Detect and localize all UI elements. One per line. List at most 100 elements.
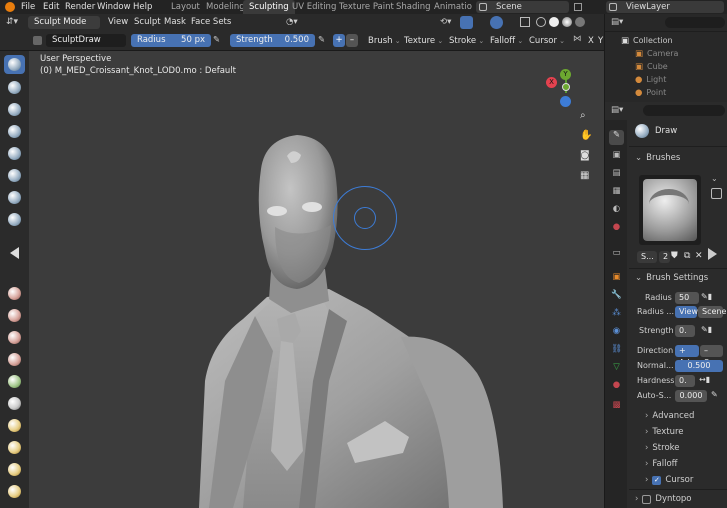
tab-tool[interactable]: ✎	[609, 130, 624, 145]
brush-preview[interactable]	[639, 175, 701, 245]
symmetry-y-toggle[interactable]: Y	[598, 33, 603, 50]
editor-type-icon[interactable]: ⇵▾	[6, 17, 20, 28]
properties-search[interactable]	[643, 105, 725, 116]
tool-grab[interactable]	[4, 438, 25, 457]
camera-view-icon[interactable]: ◙	[580, 150, 594, 164]
autosmooth-pressure-icon[interactable]: ✎	[711, 390, 718, 399]
tab-render[interactable]: ▣	[609, 150, 624, 165]
shading-material-icon[interactable]	[562, 17, 572, 27]
shading-rendered-icon[interactable]	[575, 17, 585, 27]
brushes-panel-header[interactable]: ⌄ Brushes	[635, 152, 680, 164]
radius-prop-pressure-icon[interactable]: ✎▮	[701, 292, 712, 301]
tool-clay[interactable]	[4, 100, 25, 119]
menu-mask[interactable]: Mask	[164, 14, 186, 31]
normal-prop-field[interactable]: 0.500	[675, 360, 723, 372]
3d-viewport[interactable]: User Perspective (0) M_MED_Croissant_Kno…	[29, 51, 604, 508]
selectability-icon[interactable]	[460, 16, 473, 29]
panel-texture[interactable]: › Texture	[645, 426, 684, 438]
brush-datablock-name[interactable]: S...	[637, 251, 657, 263]
panel-advanced[interactable]: › Advanced	[645, 410, 694, 422]
direction-subtract-toggle[interactable]: – Su	[700, 345, 723, 367]
panel-cursor[interactable]: › ✓ Cursor	[645, 474, 693, 486]
scene-copy-icon[interactable]	[574, 3, 582, 11]
texture-menu[interactable]: Texture	[404, 33, 443, 50]
shading-wireframe-icon[interactable]	[536, 17, 546, 27]
symmetry-icon[interactable]: ⋈	[573, 34, 583, 47]
properties-editor-icon[interactable]: ▤▾	[611, 105, 623, 115]
stroke-menu[interactable]: Stroke	[449, 33, 484, 50]
tool-clay-strips[interactable]	[4, 122, 25, 141]
outliner-item-camera[interactable]: ▣ Camera	[635, 48, 727, 59]
tool-crease[interactable]	[4, 284, 25, 303]
outliner-item-collection[interactable]: ▣ Collection	[621, 35, 727, 46]
tab-particles[interactable]: ⁂	[609, 308, 624, 323]
gizmo-z-axis[interactable]	[560, 96, 571, 107]
hardness-prop-field[interactable]: 0.	[675, 375, 695, 387]
outliner-item-light[interactable]: ● Light	[635, 74, 727, 85]
tool-snake-hook[interactable]	[4, 482, 25, 501]
tab-data[interactable]: ▽	[609, 362, 624, 377]
falloff-menu[interactable]: Falloff	[490, 33, 523, 50]
outliner-search[interactable]	[665, 17, 725, 28]
outliner-editor-icon[interactable]: ▤▾	[611, 17, 623, 27]
tab-world[interactable]: ●	[609, 222, 624, 237]
cursor-checkbox[interactable]: ✓	[652, 475, 662, 485]
tool-draw-sharp[interactable]	[4, 78, 25, 97]
brush-image-icon[interactable]	[711, 188, 722, 199]
cursor-menu[interactable]: Cursor	[529, 33, 565, 50]
view-object-types-icon[interactable]: ⟲▾	[440, 17, 458, 28]
tool-fill[interactable]	[4, 350, 25, 369]
tab-view-layer[interactable]: ▦	[609, 186, 624, 201]
panel-falloff[interactable]: › Falloff	[645, 458, 678, 470]
tool-blob[interactable]	[4, 210, 25, 229]
menu-help[interactable]: Help	[133, 0, 152, 14]
strength-prop-pressure-icon[interactable]: ✎▮	[701, 325, 712, 334]
toolbar-expand-icon[interactable]	[10, 247, 19, 259]
tool-multiplane-scrape[interactable]	[4, 394, 25, 413]
menu-edit[interactable]: Edit	[43, 0, 59, 14]
menu-window[interactable]: Window	[97, 0, 131, 14]
tool-clay-thumb[interactable]	[4, 144, 25, 163]
menu-view[interactable]: View	[108, 14, 128, 31]
brush-settings-header[interactable]: ⌄ Brush Settings	[635, 272, 708, 284]
menu-render[interactable]: Render	[65, 0, 95, 14]
tab-object[interactable]: ▣	[609, 272, 624, 287]
shading-solid-icon[interactable]	[549, 17, 559, 27]
menu-sculpt[interactable]: Sculpt	[134, 14, 161, 31]
scene-selector[interactable]: Scene	[476, 1, 582, 13]
tool-layer[interactable]	[4, 166, 25, 185]
gizmo-y-axis[interactable]: Y	[560, 69, 571, 80]
tool-pinch[interactable]	[4, 416, 25, 435]
transform-pivot-icon[interactable]: ◔▾	[286, 17, 304, 28]
tool-elastic-deform[interactable]	[4, 460, 25, 479]
strength-slider[interactable]: Strength 0.500	[230, 34, 315, 47]
hardness-invert-icon[interactable]: ↔▮	[699, 375, 710, 384]
tab-scene[interactable]: ◐	[609, 204, 624, 219]
direction-subtract-button[interactable]: –	[346, 34, 358, 47]
radius-prop-field[interactable]: 50	[675, 292, 699, 304]
tab-output[interactable]: ▤	[609, 168, 624, 183]
tool-smooth[interactable]	[4, 306, 25, 325]
menu-face-sets[interactable]: Face Sets	[191, 14, 231, 31]
brush-menu[interactable]: Brush	[368, 33, 401, 50]
tool-scrape[interactable]	[4, 372, 25, 391]
direction-add-button[interactable]: +	[333, 34, 345, 47]
gizmo-x-axis[interactable]: X	[546, 77, 557, 88]
autosmooth-prop-field[interactable]: 0.000	[675, 390, 707, 402]
menu-file[interactable]: File	[21, 0, 35, 14]
tab-material[interactable]: ●	[609, 380, 624, 395]
tool-inflate[interactable]	[4, 188, 25, 207]
mode-selector[interactable]: Sculpt Mode	[28, 16, 100, 29]
tab-texture[interactable]: ▩	[609, 400, 624, 415]
pan-hand-icon[interactable]: ✋	[580, 130, 594, 144]
dyntopo-checkbox[interactable]	[642, 494, 652, 504]
tab-physics[interactable]: ◉	[609, 326, 624, 341]
blender-logo-icon[interactable]	[5, 2, 15, 12]
overlays-icon[interactable]	[490, 16, 503, 29]
brush-list-dropdown-icon[interactable]: ⌄	[711, 174, 722, 185]
radius-unit-scene[interactable]: Scene	[698, 306, 726, 318]
symmetry-x-toggle[interactable]: X	[588, 33, 594, 50]
brush-next-icon[interactable]	[708, 248, 717, 260]
tab-constraints[interactable]: ⛓	[609, 344, 624, 359]
brush-unlink-icon[interactable]: ✕	[695, 251, 706, 263]
